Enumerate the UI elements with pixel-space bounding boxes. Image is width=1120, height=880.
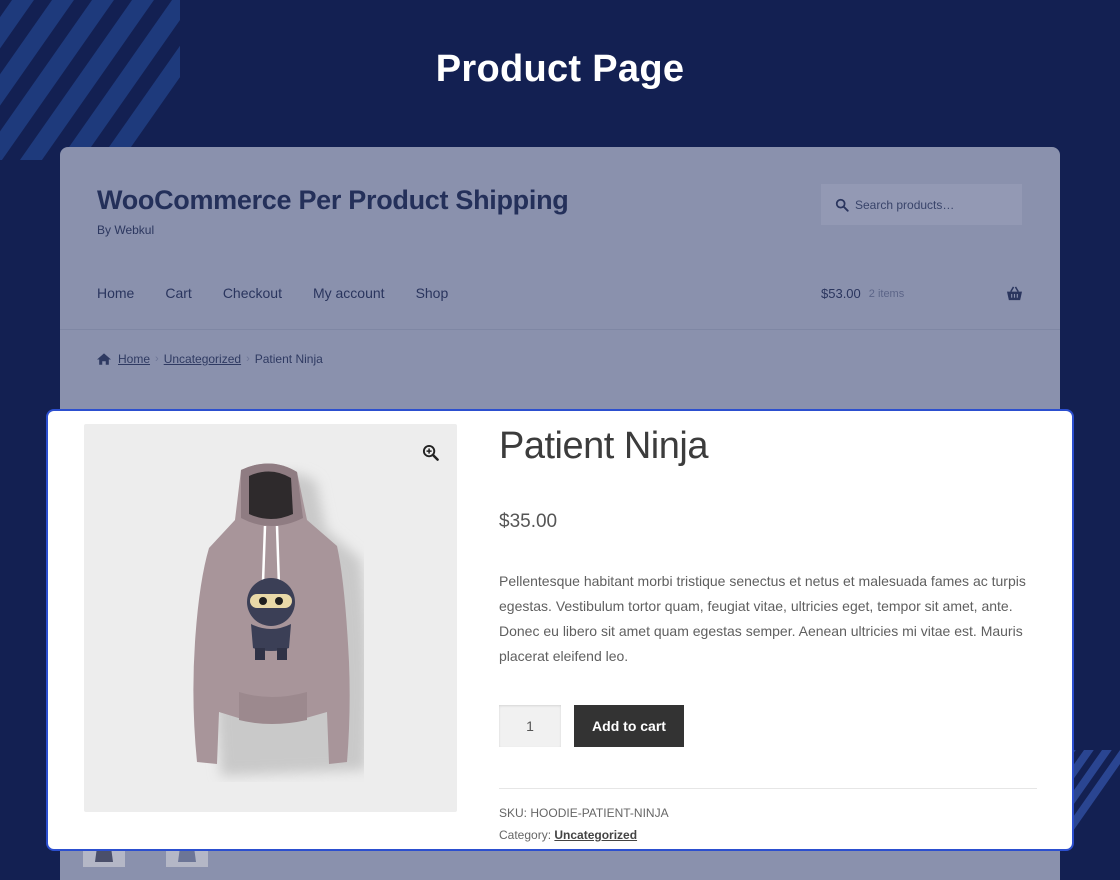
page-heading: Product Page	[435, 48, 685, 90]
category-link[interactable]: Uncategorized	[554, 828, 637, 842]
search-input[interactable]	[855, 197, 1005, 212]
breadcrumb-home[interactable]: Home	[118, 352, 150, 366]
add-to-cart-button[interactable]: Add to cart	[574, 705, 684, 747]
breadcrumb-current: Patient Ninja	[254, 352, 323, 366]
product-summary-highlight: Patient Ninja $35.00 Pellentesque habita…	[46, 409, 1074, 851]
category-label: Category:	[499, 828, 552, 842]
product-price: $35.00	[499, 511, 558, 532]
site-tagline: By Webkul	[97, 223, 155, 237]
sku-value: HOODIE-PATIENT-NINJA	[530, 806, 669, 820]
product-sku: SKU: HOODIE-PATIENT-NINJA	[499, 806, 669, 820]
breadcrumb-separator: ›	[155, 353, 159, 365]
primary-nav: Home Cart Checkout My account Shop	[97, 285, 479, 301]
cart-total: $53.00	[821, 286, 861, 301]
breadcrumb-category[interactable]: Uncategorized	[164, 352, 241, 366]
basket-icon	[1007, 286, 1022, 301]
header-cart[interactable]: $53.00 2 items	[821, 286, 1023, 301]
sku-label: SKU:	[499, 806, 528, 820]
breadcrumb: Home › Uncategorized › Patient Ninja	[97, 352, 323, 366]
search-icon	[835, 198, 849, 212]
hoodie-image	[193, 463, 364, 776]
quantity-input[interactable]	[499, 705, 561, 747]
meta-divider	[499, 788, 1037, 789]
nav-item-cart[interactable]: Cart	[165, 285, 191, 301]
site-title[interactable]: WooCommerce Per Product Shipping	[97, 185, 569, 216]
product-image[interactable]	[84, 424, 457, 812]
nav-item-checkout[interactable]: Checkout	[223, 285, 282, 301]
home-icon	[97, 353, 111, 365]
product-title: Patient Ninja	[499, 425, 708, 467]
nav-item-home[interactable]: Home	[97, 285, 134, 301]
product-category: Category: Uncategorized	[499, 828, 637, 842]
zoom-icon[interactable]	[422, 444, 439, 461]
nav-item-shop[interactable]: Shop	[416, 285, 449, 301]
header-divider	[60, 329, 1060, 330]
product-description: Pellentesque habitant morbi tristique se…	[499, 573, 1026, 664]
cart-count: 2 items	[868, 287, 905, 300]
breadcrumb-separator: ›	[246, 353, 250, 365]
search-box	[821, 184, 1022, 225]
nav-item-my-account[interactable]: My account	[313, 285, 385, 301]
